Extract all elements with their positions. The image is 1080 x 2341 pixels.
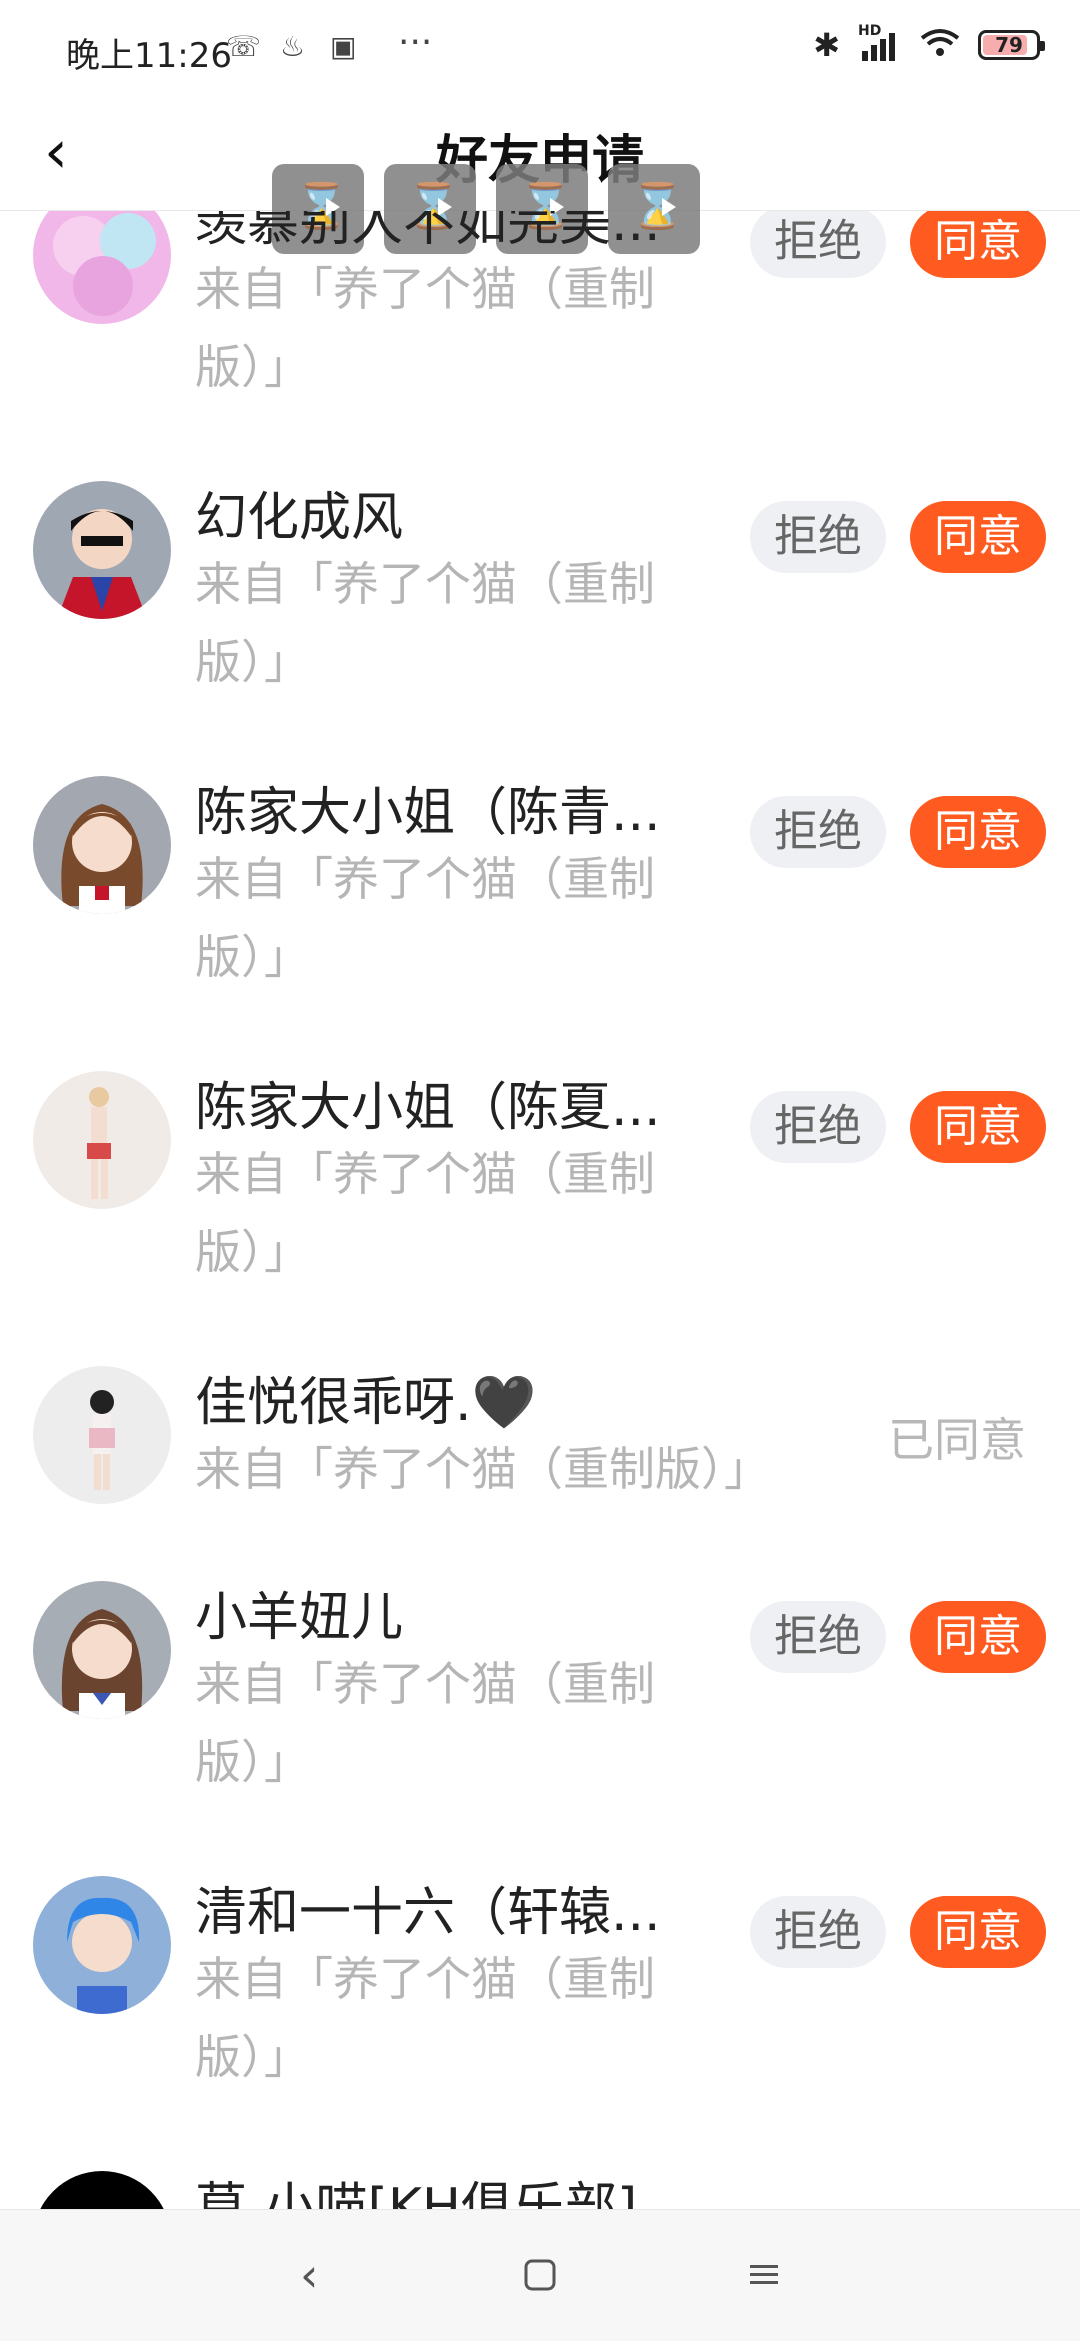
request-source: 来自「养了个猫（重制版）」 [195,1657,655,1789]
bluetooth-icon: ✱ [813,26,840,64]
avatar[interactable] [33,211,171,324]
avatar[interactable] [33,481,171,619]
app-notification-icon: ♨ [280,30,306,63]
nav-back-icon[interactable]: ‹ [300,2248,318,2302]
list-item[interactable]: 羡慕别人不如完美... 来自「养了个猫（重制版）」 拒绝 同意 [0,211,1080,421]
wifi-icon [920,28,960,62]
accept-button[interactable]: 同意 [910,1896,1046,1968]
reject-button[interactable]: 拒绝 [750,501,886,573]
user-name: 佳悦很乖呀.🖤 [195,1373,537,1433]
list-item[interactable]: 陈家大小姐（陈青... 来自「养了个猫（重制版）」 拒绝 同意 [0,716,1080,1011]
user-name: 陈家大小姐（陈青... [195,783,661,843]
list-item[interactable]: 陈家大小姐（陈夏... 来自「养了个猫（重制版）」 拒绝 同意 [0,1011,1080,1306]
accept-button[interactable]: 同意 [910,211,1046,278]
avatar[interactable] [33,1581,171,1719]
request-source: 来自「养了个猫（重制版）」 [195,1442,770,1496]
avatar[interactable] [33,1366,171,1504]
app-notification-icon-2: ▣ [330,30,357,63]
request-source: 来自「养了个猫（重制版）」 [195,1952,655,2084]
request-source: 来自「养了个猫（重制版）」 [195,852,655,984]
avatar[interactable] [33,2171,171,2209]
avatar[interactable] [33,776,171,914]
reject-button[interactable]: 拒绝 [750,796,886,868]
list-item[interactable]: 小羊妞儿 来自「养了个猫（重制版）」 拒绝 同意 [0,1521,1080,1816]
user-name: 清和一十六（轩辕... [195,1883,661,1943]
reject-button[interactable]: 拒绝 [750,1896,886,1968]
accept-button[interactable]: 同意 [910,1601,1046,1673]
friend-request-list[interactable]: 羡慕别人不如完美... 来自「养了个猫（重制版）」 拒绝 同意 幻化成风 来自「… [0,211,1080,2209]
missed-call-icon: ☏ [226,30,262,63]
list-item[interactable]: 幻化成风 来自「养了个猫（重制版）」 拒绝 同意 [0,421,1080,716]
reject-button[interactable]: 拒绝 [750,1601,886,1673]
status-indicators: ✱ HD 79 [813,23,1045,64]
request-source: 来自「养了个猫（重制版）」 [195,1147,655,1279]
accepted-status: 已同意 [888,1413,1026,1467]
accept-button[interactable]: 同意 [910,796,1046,868]
accept-button[interactable]: 同意 [910,501,1046,573]
avatar[interactable] [33,1071,171,1209]
reject-button[interactable]: 拒绝 [750,211,886,278]
avatar[interactable] [33,1876,171,2014]
header: ‹ 好友申请 [0,100,1080,254]
user-name: 莫 小喵[KH俱乐部] [195,2178,638,2209]
system-nav-bar: ‹ [0,2209,1080,2341]
list-item[interactable]: 清和一十六（轩辕... 来自「养了个猫（重制版）」 拒绝 同意 [0,1816,1080,2111]
signal-icon: HD [858,23,902,61]
status-time: 晚上11:26 [66,36,232,76]
hd-label: HD [858,23,882,39]
nav-menu-icon[interactable] [746,2250,782,2304]
user-name: 陈家大小姐（陈夏... [195,1078,661,1138]
status-bar: 晚上11:26 ☏ ♨ ▣ ··· ✱ HD 79 [0,0,1080,100]
list-item[interactable]: 莫 小喵[KH俱乐部] [0,2111,1080,2209]
battery-level: 79 [995,33,1023,57]
request-source: 来自「养了个猫（重制版）」 [195,557,655,689]
more-notifications-icon: ··· [398,22,433,63]
user-name: 幻化成风 [195,488,404,548]
accept-button[interactable]: 同意 [910,1091,1046,1163]
user-name: 小羊妞儿 [195,1588,404,1648]
battery-icon: 79 [978,30,1045,60]
nav-home-icon[interactable] [522,2250,558,2304]
request-source: 来自「养了个猫（重制版）」 [195,262,655,394]
user-name: 羡慕别人不如完美... [195,211,661,253]
reject-button[interactable]: 拒绝 [750,1091,886,1163]
